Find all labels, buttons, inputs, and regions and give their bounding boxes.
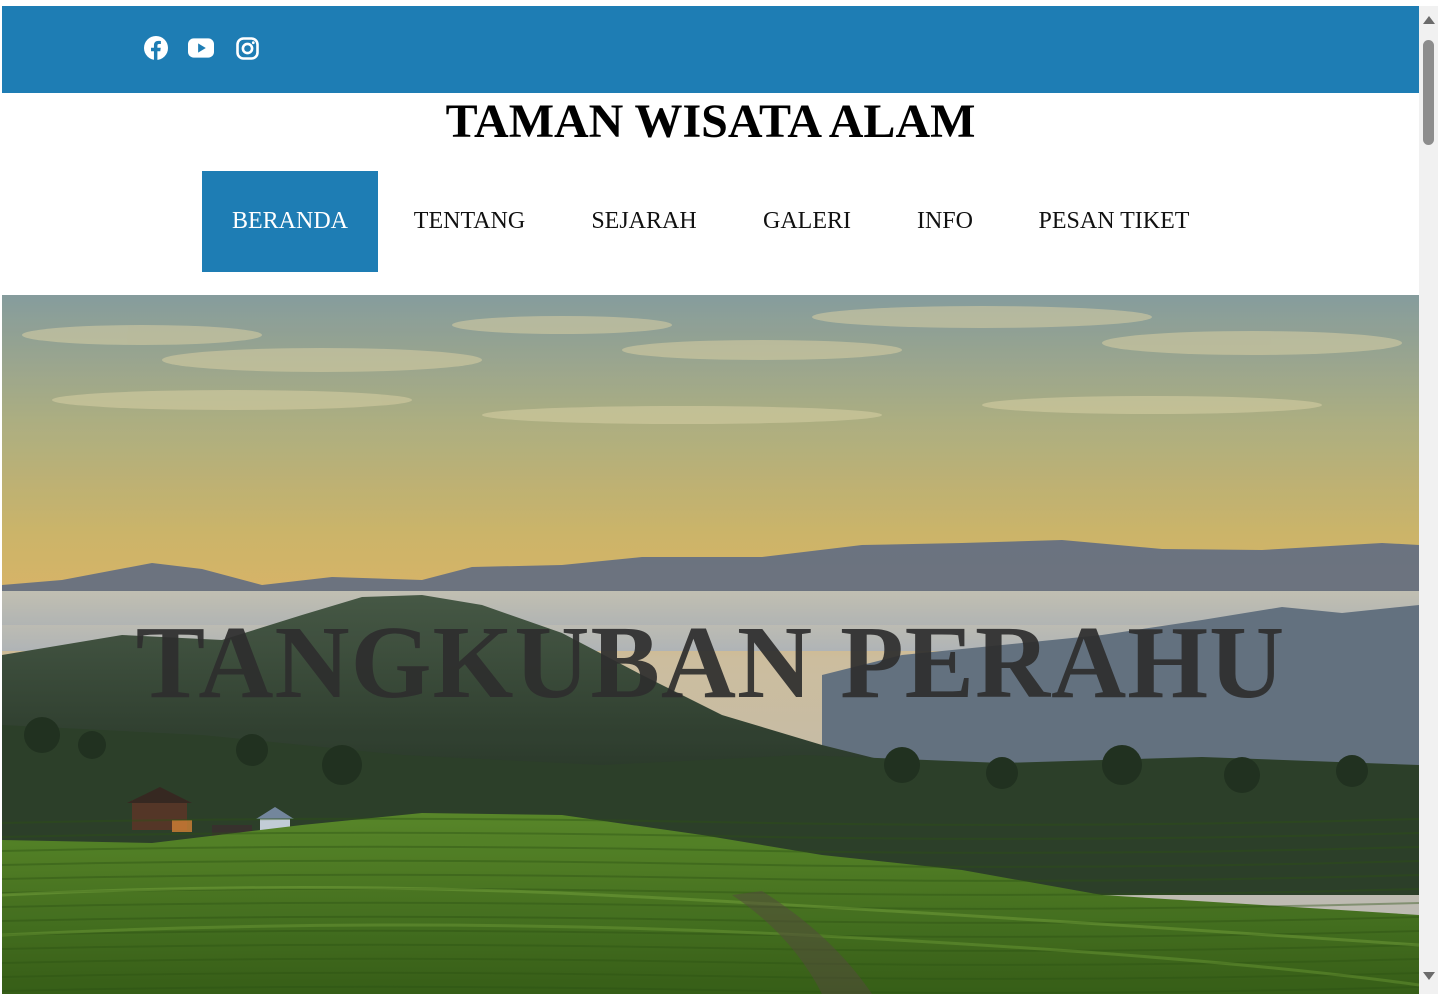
- scroll-thumb[interactable]: [1423, 40, 1434, 145]
- scroll-up-icon[interactable]: [1423, 16, 1435, 24]
- vertical-scrollbar[interactable]: [1419, 6, 1438, 994]
- hero-section: TANGKUBAN PERAHU: [2, 295, 1419, 994]
- nav-item-pesan-tiket[interactable]: PESAN TIKET: [1003, 171, 1225, 272]
- browser-page: TAMAN WISATA ALAM BERANDA TENTANG SEJARA…: [2, 6, 1419, 994]
- site-title: TAMAN WISATA ALAM: [445, 95, 976, 148]
- nav-item-beranda[interactable]: BERANDA: [202, 171, 378, 272]
- top-social-bar: [2, 6, 1419, 93]
- nav-item-sejarah[interactable]: SEJARAH: [561, 171, 727, 272]
- scroll-down-icon[interactable]: [1423, 972, 1435, 980]
- main-nav: BERANDA TENTANG SEJARAH GALERI INFO PESA…: [202, 171, 1225, 272]
- youtube-icon[interactable]: [188, 36, 214, 60]
- nav-item-tentang[interactable]: TENTANG: [378, 171, 561, 272]
- hero-title: TANGKUBAN PERAHU: [135, 605, 1286, 720]
- nav-item-info[interactable]: INFO: [887, 171, 1003, 272]
- nav-item-galeri[interactable]: GALERI: [727, 171, 887, 272]
- instagram-icon[interactable]: [234, 36, 260, 60]
- facebook-icon[interactable]: [143, 36, 169, 60]
